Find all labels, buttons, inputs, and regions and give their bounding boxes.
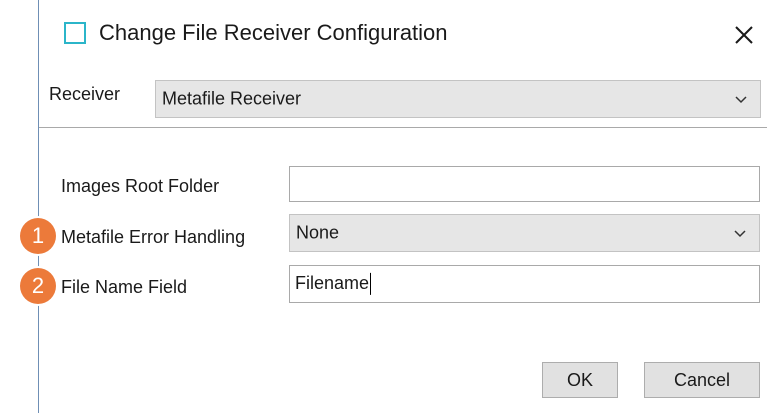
receiver-select-value: Metafile Receiver (162, 88, 302, 109)
receiver-select[interactable]: Metafile Receiver (155, 80, 761, 118)
dialog-title: Change File Receiver Configuration (99, 20, 448, 45)
images-root-folder-input[interactable] (289, 166, 760, 202)
file-name-field-input[interactable]: Filename (289, 265, 760, 303)
receiver-label: Receiver (49, 84, 121, 104)
title-bar: Change File Receiver Configuration (39, 0, 767, 74)
metafile-error-handling-select[interactable]: None (289, 214, 760, 252)
metafile-error-handling-label: Metafile Error Handling (61, 227, 246, 247)
file-name-field-label: File Name Field (61, 277, 188, 297)
separator (39, 127, 767, 128)
change-file-receiver-dialog: Change File Receiver Configuration Recei… (38, 0, 767, 413)
cancel-button[interactable]: Cancel (644, 362, 760, 398)
chevron-down-icon (735, 96, 747, 104)
window-icon (64, 22, 86, 44)
callout-badge-2: 2 (20, 268, 56, 304)
close-icon[interactable] (733, 24, 755, 46)
ok-button[interactable]: OK (542, 362, 618, 398)
callout-badge-1: 1 (20, 218, 56, 254)
text-caret (370, 273, 372, 296)
chevron-down-icon (734, 230, 746, 238)
file-name-field-value: Filename (295, 272, 370, 293)
file-name-field-text: Filename (295, 272, 372, 296)
metafile-error-handling-value: None (296, 222, 340, 243)
page: 1 2 Change File Receiver Configuration R… (0, 0, 767, 413)
images-root-folder-label: Images Root Folder (61, 176, 220, 196)
